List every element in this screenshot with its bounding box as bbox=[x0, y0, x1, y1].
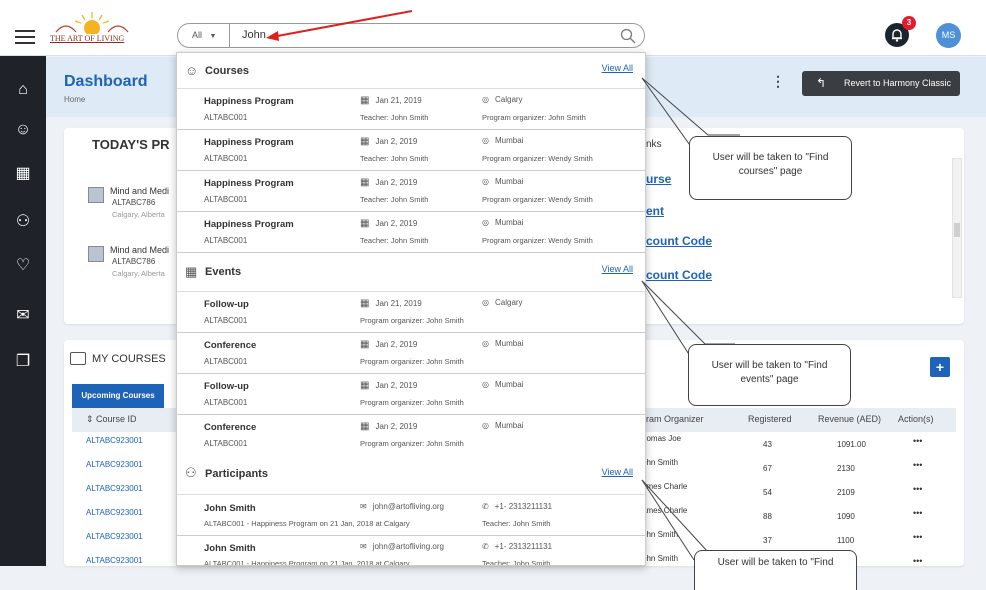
events-callout: User will be taken to "Find events" page bbox=[688, 344, 851, 406]
courses-callout: User will be taken to "Find courses" pag… bbox=[689, 136, 852, 200]
annotation-lines bbox=[266, 10, 740, 561]
participants-callout: User will be taken to "Find bbox=[694, 550, 857, 590]
